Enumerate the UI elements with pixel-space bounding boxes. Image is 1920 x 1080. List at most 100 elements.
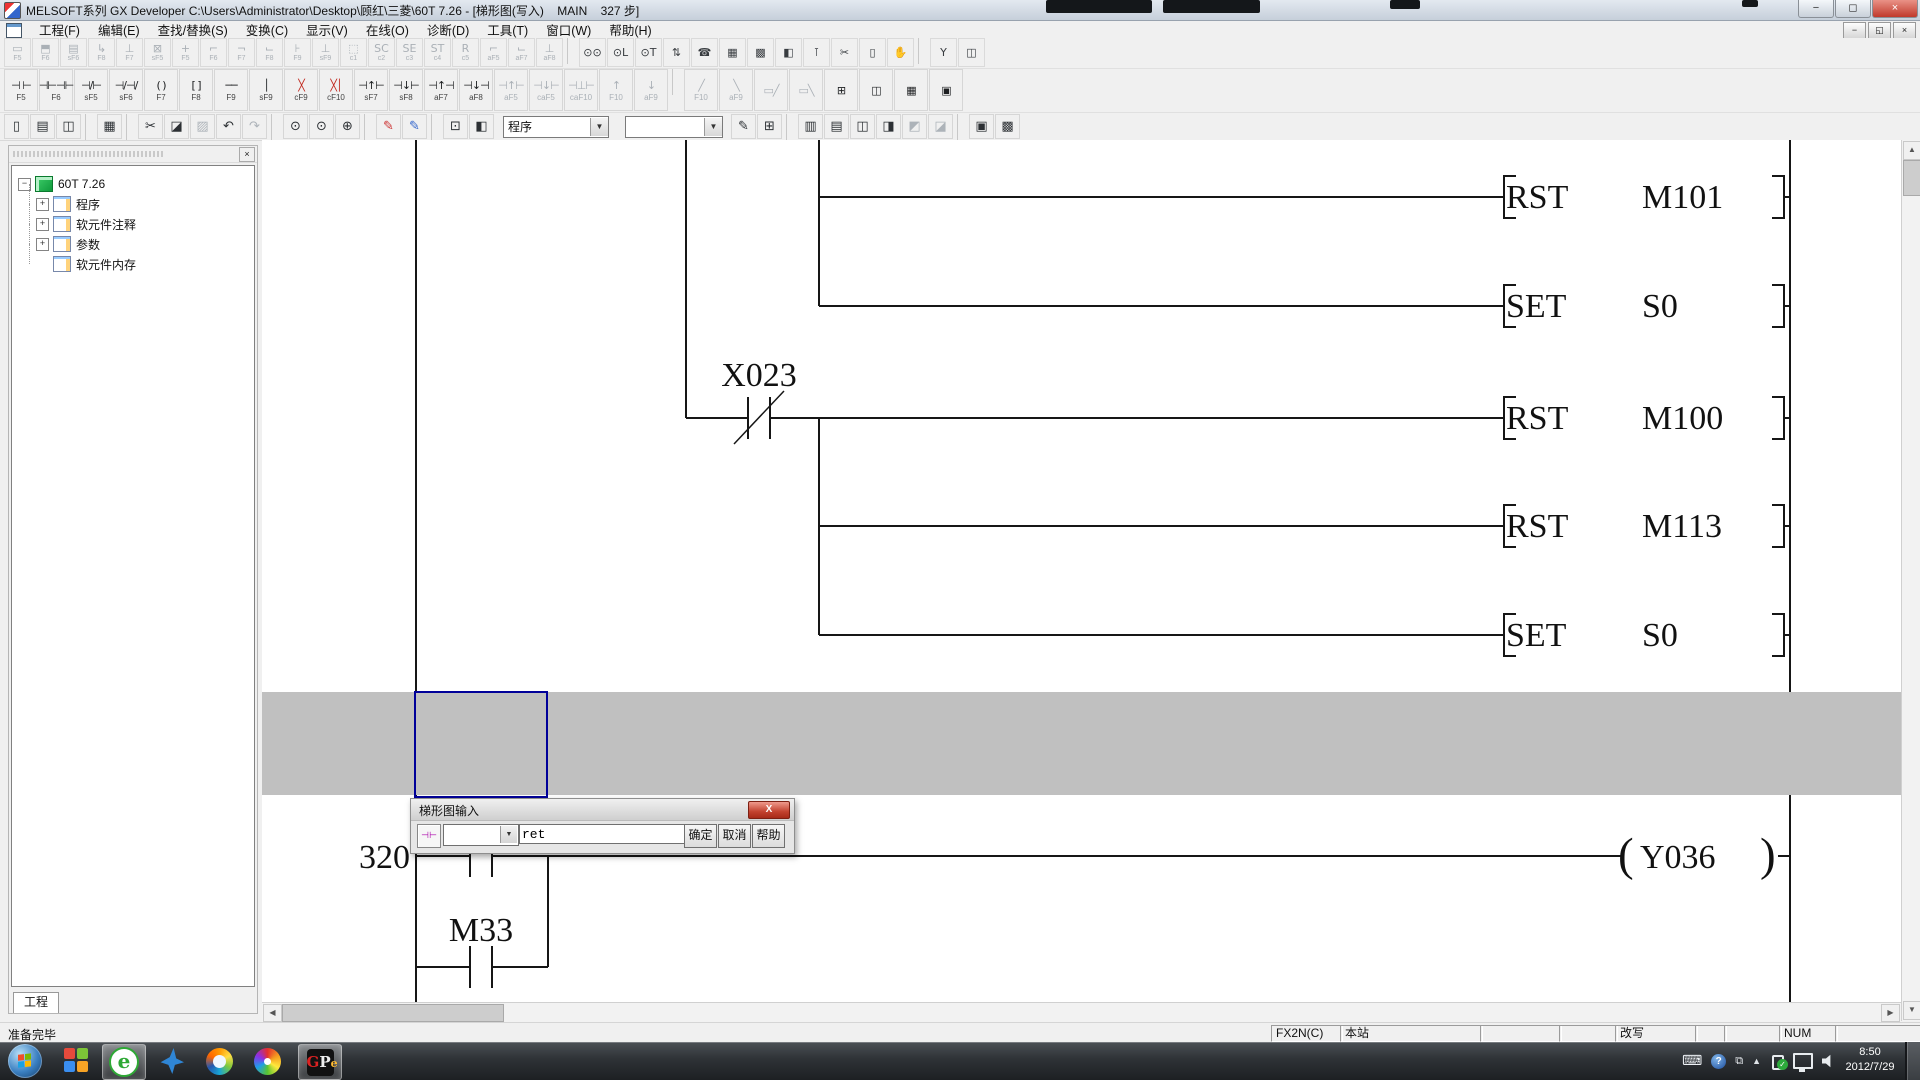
status-message: 准备完毕 (8, 1026, 56, 1043)
status-cell-FX2N(C): FX2N(C) (1271, 1025, 1343, 1042)
contact-m33-label: M33 (449, 912, 513, 949)
tree-item-label: 软元件注释 (76, 216, 136, 233)
scroll-left-icon[interactable]: ◀ (263, 1004, 282, 1022)
instr-op: SET (1506, 288, 1567, 325)
clock-time: 8:50 (1838, 1045, 1902, 1060)
clock-date: 2012/7/29 (1838, 1060, 1902, 1075)
status-bar: 准备完毕 FX2N(C)本站 改写 NUM (0, 1022, 1920, 1043)
instr-operand: M113 (1642, 508, 1722, 545)
status-cell-2 (1480, 1025, 1562, 1042)
dialog-title-bar[interactable]: 梯形图输入 X (411, 799, 794, 821)
cancel-button[interactable]: 取消 (718, 824, 751, 848)
status-cell-改写: 改写 (1615, 1025, 1698, 1042)
status-cell-NUM: NUM (1779, 1025, 1838, 1042)
ok-button[interactable]: 确定 (684, 824, 717, 848)
ladder-diagram[interactable]: RST M101 SET S0 RST M100 RST M113 SET S0… (0, 0, 1920, 1080)
tree-item-icon (53, 196, 71, 212)
instr-operand: M100 (1642, 400, 1723, 437)
instr-op: SET (1506, 617, 1567, 654)
windows-logo-icon (18, 1053, 32, 1067)
orb-browser-icon (206, 1048, 233, 1075)
taskbar: e GPe ⌨ ? ⧉ ▲ ✓ 8:50 2012/7/29 (0, 1042, 1920, 1080)
tree-item-1[interactable]: + 软元件注释 (12, 214, 254, 234)
vertical-scrollbar[interactable]: ▲ ▼ (1901, 140, 1920, 1021)
project-icon (35, 176, 53, 192)
show-desktop-button[interactable] (1905, 1042, 1920, 1080)
scroll-right-icon[interactable]: ▶ (1881, 1004, 1900, 1022)
gx-developer-window: RST M101 SET S0 RST M100 RST M113 SET S0… (0, 0, 1920, 1080)
tab-project[interactable]: 工程 (13, 992, 59, 1013)
system-tray: ⌨ ? ⧉ ▲ ✓ (1682, 1042, 1836, 1080)
taskbar-item-squares-app[interactable] (56, 1044, 98, 1078)
taskbar-item-browser[interactable]: e (102, 1044, 146, 1080)
taskbar-item-fetion[interactable] (150, 1044, 192, 1078)
status-cell-8 (1835, 1025, 1920, 1042)
step-number: 320 (359, 839, 410, 876)
taskbar-item-orb-browser[interactable] (198, 1044, 240, 1078)
dialog-symbol-combobox[interactable]: ▼ (443, 824, 519, 846)
bird-icon (158, 1048, 184, 1074)
ladder-input-dialog: 梯形图输入 X ⊣⊢ ▼ 确定 取消 帮助 (410, 798, 795, 854)
tree-root-label: 60T 7.26 (58, 177, 105, 191)
panel-tab-bar: 工程 (9, 989, 257, 1013)
taskbar-clock[interactable]: 8:50 2012/7/29 (1838, 1045, 1902, 1075)
coil-paren-left: ( (1618, 829, 1634, 881)
panel-close-icon[interactable]: × (239, 147, 255, 162)
project-tree: − 60T 7.26 + 程序 + 软元件注释 + 参数软元件内存 (11, 165, 255, 987)
instr-op: RST (1506, 508, 1569, 545)
gx-developer-icon: GPe (307, 1049, 334, 1076)
chevron-down-icon[interactable]: ▼ (500, 826, 517, 843)
coil-paren-right: ) (1760, 829, 1776, 881)
tree-item-icon (53, 256, 71, 272)
network-icon[interactable] (1793, 1053, 1813, 1069)
coil-label: Y036 (1640, 839, 1716, 876)
project-panel-header[interactable]: × (9, 146, 257, 163)
help-button[interactable]: 帮助 (752, 824, 785, 848)
tree-item-icon (53, 216, 71, 232)
tree-item-3[interactable]: 软元件内存 (12, 254, 254, 274)
instr-operand: S0 (1642, 617, 1678, 654)
dialog-close-button[interactable]: X (748, 801, 790, 819)
speaker-icon[interactable] (1822, 1054, 1836, 1068)
dialog-title: 梯形图输入 (419, 802, 479, 819)
tree-item-label: 程序 (76, 196, 100, 213)
horizontal-scroll-thumb[interactable] (282, 1004, 504, 1022)
scroll-down-icon[interactable]: ▼ (1903, 1001, 1920, 1020)
status-cell-6 (1724, 1025, 1782, 1042)
panel-grip[interactable] (13, 151, 163, 157)
help-tray-icon[interactable]: ? (1711, 1054, 1726, 1069)
vertical-scroll-thumb[interactable] (1903, 160, 1920, 196)
pinwheel-icon (254, 1048, 281, 1075)
tree-item-icon (53, 236, 71, 252)
window-switch-icon[interactable]: ⧉ (1735, 1054, 1743, 1068)
usb-device-icon[interactable]: ✓ (1770, 1054, 1784, 1068)
squares-app-icon (63, 1047, 91, 1075)
symbol-type-icon[interactable]: ⊣⊢ (417, 824, 441, 848)
tree-item-label: 参数 (76, 236, 100, 253)
contact-x023-label: X023 (721, 357, 797, 394)
instr-operand: M101 (1642, 179, 1723, 216)
tree-item-2[interactable]: + 参数 (12, 234, 254, 254)
taskbar-item-pinwheel[interactable] (246, 1044, 288, 1078)
selected-row-band (262, 692, 1901, 795)
tree-item-label: 软元件内存 (76, 256, 136, 273)
tree-item-0[interactable]: + 程序 (12, 194, 254, 214)
horizontal-scrollbar[interactable]: ◀ ▶ (262, 1002, 1901, 1022)
green-e-browser-icon: e (109, 1047, 139, 1077)
expand-icon[interactable]: + (36, 218, 49, 231)
instr-op: RST (1506, 179, 1569, 216)
start-button[interactable] (8, 1044, 42, 1078)
tree-root[interactable]: − 60T 7.26 (12, 174, 254, 194)
expand-icon[interactable]: + (36, 198, 49, 211)
status-cell-本站: 本站 (1340, 1025, 1483, 1042)
taskbar-item-gx-developer[interactable]: GPe (298, 1044, 342, 1080)
tray-expand-icon[interactable]: ▲ (1752, 1056, 1761, 1066)
status-cell-5 (1695, 1025, 1727, 1042)
instruction-input[interactable] (519, 824, 685, 844)
instr-op: RST (1506, 400, 1569, 437)
instr-operand: S0 (1642, 288, 1678, 325)
keyboard-icon[interactable]: ⌨ (1682, 1054, 1702, 1068)
expand-icon[interactable]: + (36, 238, 49, 251)
scroll-up-icon[interactable]: ▲ (1903, 141, 1920, 160)
status-cell-3 (1559, 1025, 1618, 1042)
